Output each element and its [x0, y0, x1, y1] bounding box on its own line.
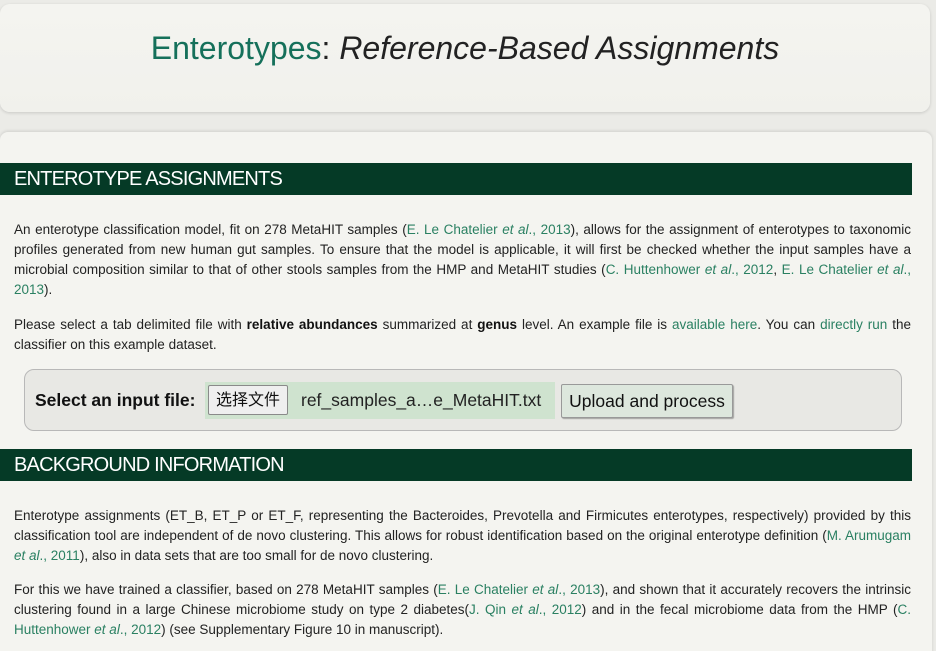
instructions-paragraph: Please select a tab delimited file with …: [14, 315, 911, 355]
choose-file-button[interactable]: 选择文件: [208, 385, 289, 415]
bold-relative-abundances: relative abundances: [246, 317, 378, 332]
text-span: For this we have trained a classifier, b…: [14, 582, 438, 597]
directly-run-link[interactable]: directly run: [820, 317, 887, 332]
example-file-link[interactable]: available here: [672, 317, 757, 332]
page-title-brand: Enterotypes: [150, 30, 322, 66]
upload-form: Select an input file: 选择文件 ref_samples_a…: [24, 369, 902, 431]
citation-link-huttenhower[interactable]: C. Huttenhower et al., 2012: [606, 262, 774, 277]
intro-paragraph: An enterotype classification model, fit …: [14, 220, 911, 300]
text-span: ).: [44, 282, 53, 297]
text-span: ,: [773, 262, 782, 277]
file-input[interactable]: 选择文件 ref_samples_a…e_MetaHIT.txt: [205, 382, 555, 419]
section-header-enterotype-assignments: ENTEROTYPE ASSIGNMENTS: [0, 163, 912, 195]
text-span: ) and in the fecal microbiome data from …: [581, 602, 898, 617]
citation-link-le-chatelier-3[interactable]: E. Le Chatelier et al., 2013: [438, 582, 600, 597]
page-title: Enterotypes: Reference-Based Assignments: [0, 30, 930, 67]
selected-file-name: ref_samples_a…e_MetaHIT.txt: [301, 390, 542, 410]
text-span: ), also in data sets that are too small …: [79, 548, 434, 563]
background-paragraph-1: Enterotype assignments (ET_B, ET_P or ET…: [14, 506, 911, 566]
upload-and-process-button[interactable]: Upload and process: [561, 384, 733, 418]
text-span: . You can: [757, 317, 821, 332]
text-span: summarized at: [377, 317, 478, 332]
background-paragraph-2: For this we have trained a classifier, b…: [14, 580, 911, 640]
header-panel: Enterotypes: Reference-Based Assignments: [0, 4, 930, 112]
text-span: Please select a tab delimited file with: [14, 317, 247, 332]
section-header-background-information: BACKGROUND INFORMATION: [0, 449, 912, 481]
citation-link-qin[interactable]: J. Qin et al., 2012: [469, 602, 582, 617]
page: Enterotypes: Reference-Based Assignments…: [0, 0, 936, 651]
page-title-separator: :: [321, 30, 340, 66]
bold-genus: genus: [477, 317, 518, 332]
citation-link-le-chatelier[interactable]: E. Le Chatelier et al., 2013: [407, 222, 571, 237]
text-span: ) (see Supplementary Figure 10 in manusc…: [161, 622, 444, 637]
input-file-label: Select an input file:: [35, 390, 196, 410]
page-title-subtitle: Reference-Based Assignments: [339, 30, 780, 66]
text-span: level. An example file is: [517, 317, 672, 332]
text-span: Enterotype assignments (ET_B, ET_P or ET…: [14, 508, 911, 543]
text-span: An enterotype classification model, fit …: [14, 222, 407, 237]
